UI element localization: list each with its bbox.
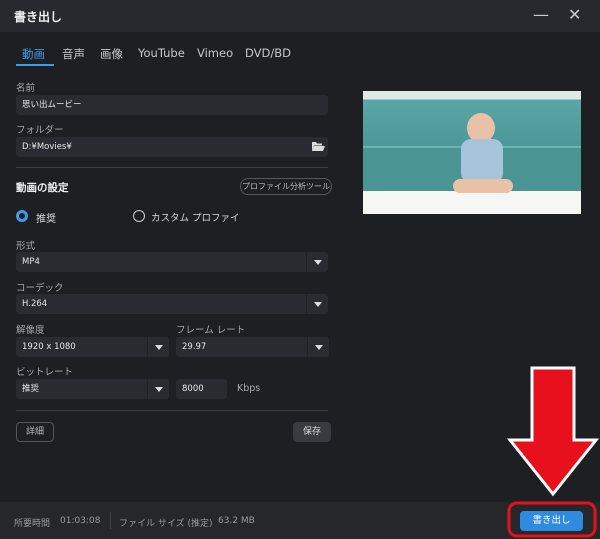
annotation-red-arrow-icon [506,366,600,538]
